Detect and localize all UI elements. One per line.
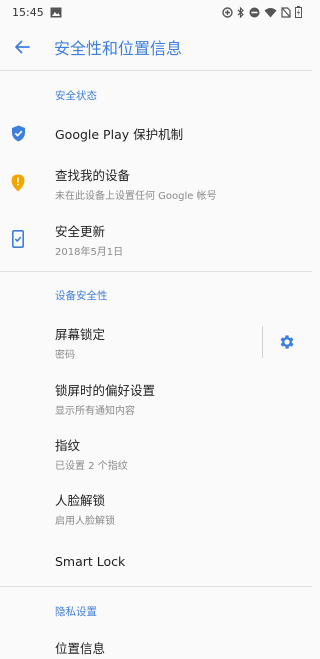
do-not-disturb-icon (249, 7, 260, 18)
fingerprint-title: 指纹 (55, 438, 81, 453)
security-update-item[interactable]: 安全更新 2018年5月1日 (0, 211, 312, 267)
no-sim-icon (281, 6, 291, 18)
image-notification-icon (50, 7, 62, 18)
screen-lock-title: 屏幕锁定 (55, 326, 106, 342)
status-bar: 15:45 (0, 0, 312, 24)
lock-screen-preferences-title: 锁屏时的偏好设置 (55, 382, 156, 398)
find-my-device-subtitle: 未在此设备上设置任何 Google 帐号 (55, 190, 217, 202)
find-my-device-title: 查找我的设备 (55, 167, 131, 183)
phone-check-icon (9, 229, 27, 249)
gear-icon (280, 335, 294, 349)
battery-charging-icon (295, 6, 302, 18)
find-my-device-item[interactable]: 查找我的设备 未在此设备上设置任何 Google 帐号 (0, 155, 312, 211)
status-left: 15:45 (12, 6, 62, 19)
security-update-title: 安全更新 (55, 223, 106, 239)
lock-screen-preferences-item[interactable]: 锁屏时的偏好设置 显示所有通知内容 (0, 370, 312, 426)
smart-lock-title: Smart Lock (55, 553, 126, 569)
face-unlock-item[interactable]: 人脸解锁 启用人脸解锁 (0, 481, 312, 536)
face-unlock-subtitle: 启用人脸解锁 (55, 516, 115, 527)
screen-lock-item[interactable]: 屏幕锁定 密码 (0, 314, 312, 370)
bluetooth-icon (237, 6, 245, 18)
screen-lock-text[interactable]: 屏幕锁定 密码 (55, 324, 105, 361)
face-unlock-title: 人脸解锁 (55, 493, 106, 508)
location-title: 位置信息 (55, 640, 106, 656)
screen-lock-settings-button[interactable] (262, 314, 312, 370)
arrow-back-icon (15, 40, 30, 54)
status-time: 15:45 (12, 5, 44, 19)
fingerprint-subtitle: 已设置 2 个指纹 (55, 461, 128, 472)
page-title: 安全性和位置信息 (54, 39, 183, 58)
fingerprint-item[interactable]: 指纹 已设置 2 个指纹 (0, 426, 312, 481)
location-item[interactable]: 位置信息 关闭 (0, 631, 312, 659)
security-update-subtitle: 2018年5月1日 (55, 246, 124, 258)
lock-screen-preferences-subtitle: 显示所有通知内容 (55, 405, 135, 417)
section-header-device-security: 设备安全性 (55, 289, 108, 302)
app-bar: 安全性和位置信息 (0, 24, 312, 70)
google-play-protect-title: Google Play 保护机制 (55, 126, 184, 142)
smart-lock-item[interactable]: Smart Lock (0, 536, 312, 586)
section-header-privacy: 隐私设置 (55, 605, 97, 618)
back-button[interactable] (0, 24, 44, 70)
google-play-protect-item[interactable]: Google Play 保护机制 (0, 111, 312, 155)
wifi-icon (264, 7, 277, 18)
location-pin-icon (9, 173, 27, 193)
status-icons (222, 6, 302, 18)
vertical-separator (262, 326, 263, 358)
shield-check-icon (9, 123, 27, 143)
screen-lock-subtitle: 密码 (55, 349, 75, 361)
data-saver-icon (222, 6, 233, 18)
